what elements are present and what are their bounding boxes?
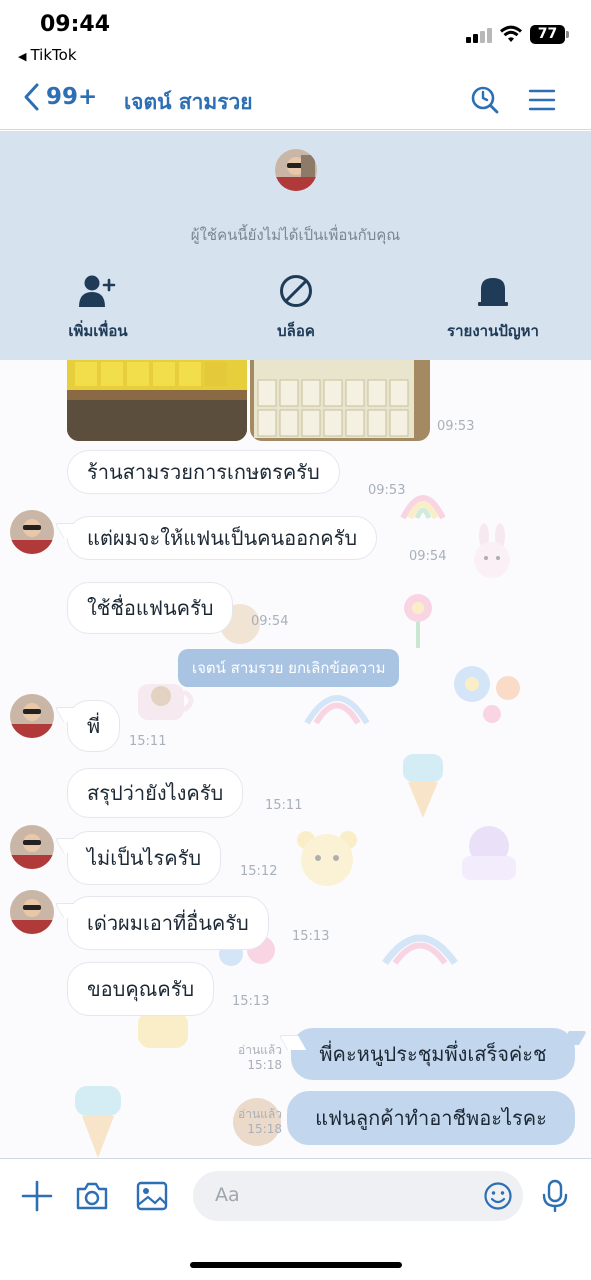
my-message-bubble[interactable]: พี่คะหนูประชุมพึ่งเสร็จค่ะช xyxy=(291,1028,575,1080)
home-indicator[interactable] xyxy=(190,1262,402,1268)
message-time: 15:11 xyxy=(129,734,167,749)
message-bubble[interactable]: สรุปว่ายังไงครับ xyxy=(67,768,244,818)
bunny-sticker-icon xyxy=(474,523,510,578)
message-time: 15:11 xyxy=(265,798,303,813)
message-bubble[interactable]: พี่ xyxy=(67,700,121,752)
report-button[interactable]: รายงานปัญหา xyxy=(408,271,578,343)
report-label: รายงานปัญหา xyxy=(447,322,539,340)
add-friend-button[interactable]: เพิ่มเพื่อน xyxy=(13,271,183,343)
emoji-icon[interactable] xyxy=(483,1181,513,1211)
message-bubble[interactable]: ไม่เป็นไรครับ xyxy=(67,831,222,885)
status-time: 09:44 xyxy=(40,12,111,37)
message-time: 09:53 xyxy=(368,483,406,498)
not-friend-banner: ผู้ใช้คนนี้ยังไม่ได้เป็นเพื่อนกับคุณ เพิ… xyxy=(0,131,591,360)
not-friend-notice: ผู้ใช้คนนี้ยังไม่ได้เป็นเพื่อนกับคุณ xyxy=(190,226,401,244)
message-bubble[interactable]: ใช้ชื่อแฟนครับ xyxy=(67,582,234,634)
message-time: 09:54 xyxy=(251,614,289,629)
cake-sticker-icon xyxy=(462,826,516,880)
message-bubble[interactable]: เด่วผมเอาที่อื่นครับ xyxy=(67,896,269,950)
back-triangle-icon: ◀ xyxy=(18,50,27,63)
report-icon xyxy=(478,278,508,306)
message-bubble[interactable]: ขอบคุณครับ xyxy=(67,962,215,1016)
status-bar: 09:44 ◀ TikTok 77 xyxy=(0,0,591,70)
block-icon xyxy=(280,275,312,307)
block-button[interactable]: บล็อค xyxy=(211,271,381,343)
search-icon[interactable] xyxy=(469,84,501,116)
chevron-left-icon xyxy=(24,83,39,111)
flowers-sticker-icon xyxy=(454,666,520,723)
flower-sticker-icon xyxy=(404,594,432,648)
message-bubble[interactable]: ร้านสามรวยการเกษตรครับ xyxy=(67,450,340,494)
contact-avatar[interactable] xyxy=(10,890,54,934)
message-time: 15:13 xyxy=(232,994,270,1009)
message-read-status: อ่านแล้ว 15:18 xyxy=(238,1107,282,1136)
contact-avatar[interactable] xyxy=(10,825,54,869)
unread-count: 99+ xyxy=(46,84,98,110)
my-message-bubble[interactable]: แฟนลูกค้าทำอาชีพอะไรคะ xyxy=(287,1091,575,1145)
message-time: 15:13 xyxy=(292,929,330,944)
bear-sticker-icon xyxy=(297,831,357,886)
contact-avatar[interactable] xyxy=(275,149,317,191)
contact-avatar[interactable] xyxy=(10,694,54,738)
chat-area[interactable]: 09:53 ร้านสามรวยการเกษตรครับ 09:53 แต่ผม… xyxy=(0,360,591,1158)
ice-cream-sticker-icon xyxy=(75,1086,121,1158)
camera-icon[interactable] xyxy=(75,1179,109,1213)
cellular-signal-icon xyxy=(466,27,494,43)
message-input[interactable]: Aa xyxy=(193,1171,523,1221)
back-app-label: TikTok xyxy=(30,46,77,64)
add-friend-label: เพิ่มเพื่อน xyxy=(68,322,128,340)
unsent-message-notice: เจตน์ สามรวย ยกเลิกข้อความ xyxy=(178,649,400,687)
rainbow-sticker-icon xyxy=(400,495,446,520)
photo-yellow-containers[interactable] xyxy=(67,360,247,441)
back-button[interactable]: 99+ xyxy=(22,82,97,112)
contact-avatar[interactable] xyxy=(10,510,54,554)
menu-icon[interactable] xyxy=(526,84,558,116)
wifi-icon xyxy=(500,25,522,42)
back-to-app-link[interactable]: ◀ TikTok xyxy=(18,46,77,64)
chat-header: 99+ เจตน์ สามรวย xyxy=(0,70,591,130)
message-time: 09:53 xyxy=(437,419,475,434)
microphone-icon[interactable] xyxy=(538,1179,572,1213)
rainbow-sticker-icon xyxy=(382,934,458,966)
block-label: บล็อค xyxy=(277,322,315,340)
battery-icon: 77 xyxy=(530,25,569,44)
ice-cream-sticker-icon xyxy=(403,754,443,818)
message-time: 15:12 xyxy=(240,864,278,879)
message-read-status: อ่านแล้ว 15:18 xyxy=(238,1043,282,1072)
message-bubble[interactable]: แต่ผมจะให้แฟนเป็นคนออกครับ xyxy=(67,516,378,560)
chat-title[interactable]: เจตน์ สามรวย xyxy=(124,86,253,119)
photo-white-containers[interactable] xyxy=(250,360,430,441)
message-input-placeholder: Aa xyxy=(215,1184,240,1206)
gallery-icon[interactable] xyxy=(135,1179,169,1213)
plus-icon[interactable] xyxy=(20,1179,54,1213)
message-time: 09:54 xyxy=(409,549,447,564)
add-friend-icon xyxy=(79,275,116,307)
